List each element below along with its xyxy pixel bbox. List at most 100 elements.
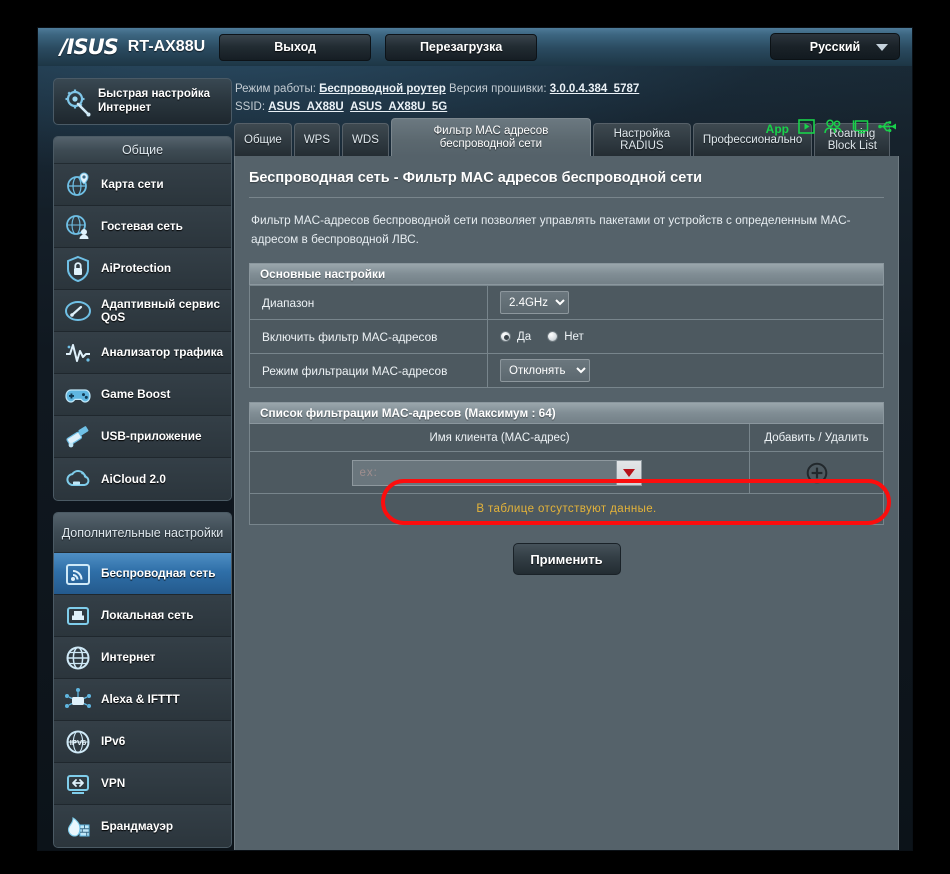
filter-mode-select[interactable]: ОтклонятьПринимать [500,359,590,382]
caret-down-icon [622,468,635,477]
enable-filter-cell: Да Нет [487,319,884,354]
sidebar-group-general: Общие Карта сети Гостевая сеть AiProtect… [53,136,232,501]
tab-radius-setting[interactable]: Настройка RADIUS [592,123,691,156]
device-monitor-icon[interactable] [852,119,869,139]
table-row: Режим фильтрации MAC-адресов ОтклонятьПр… [249,353,884,388]
top-bar: /ISUS RT-AX88U Выход Перезагрузка Русски… [38,28,912,66]
firewall-icon [63,811,93,841]
globe-icon [63,643,93,673]
apply-button[interactable]: Применить [512,543,621,575]
table-row: Включить фильтр MAC-адресов Да Нет [249,319,884,354]
col-header-action: Добавить / Удалить [750,424,884,452]
empty-table-message: В таблице отсутствуют данные. [249,494,884,525]
sidebar-item-adaptive-qos[interactable]: Адаптивный сервис QoS [54,290,231,332]
ssid-5g[interactable]: ASUS_AX88U_5G [350,101,447,113]
mac-list-header: Список фильтрации MAC-адресов (Максимум … [249,402,884,424]
quick-setup-icon [62,87,92,117]
vpn-icon [63,769,93,799]
logout-button[interactable]: Выход [219,33,372,61]
sidebar-item-game-boost[interactable]: Game Boost [54,374,231,416]
gauge-icon [63,296,93,326]
status-info-line: Режим работы: Беспроводной роутер Версия… [234,78,899,118]
page-title: Беспроводная сеть - Фильтр MAC адресов б… [249,170,884,198]
quick-setup-label: Быстрая настройка Интернет [98,88,211,114]
sidebar-group-title-advanced: Дополнительные настройки [54,513,231,553]
client-list-dropdown-button[interactable] [615,459,642,486]
sidebar-item-lan[interactable]: Локальная сеть [54,595,231,637]
radio-yes-label: Да [517,330,532,343]
network-map-icon [63,170,93,200]
sidebar-item-wireless[interactable]: Беспроводная сеть [54,553,231,595]
sidebar-item-label: VPN [101,776,126,790]
usb-icon[interactable] [878,119,897,139]
sidebar-item-label: Брандмауэр [101,818,174,833]
col-header-client: Имя клиента (MAC-адрес) [249,424,750,452]
mac-input-cell [249,452,750,494]
sidebar-item-label: AiCloud 2.0 [101,471,166,486]
sidebar-item-aicloud[interactable]: AiCloud 2.0 [54,458,231,500]
filter-mode-cell: ОтклонятьПринимать [487,353,884,388]
mac-address-input[interactable] [351,459,616,486]
router-admin-page: /ISUS RT-AX88U Выход Перезагрузка Русски… [37,27,913,851]
language-selector[interactable]: Русский [770,33,900,60]
asus-logo: /ISUS [60,35,119,59]
band-label: Диапазон [249,285,488,320]
settings-panel: Беспроводная сеть - Фильтр MAC адресов б… [234,156,899,850]
ssid-24g[interactable]: ASUS_AX88U [268,101,343,113]
operation-mode-value[interactable]: Беспроводной роутер [319,83,446,95]
filter-mode-label: Режим фильтрации MAC-адресов [249,353,488,388]
sidebar-item-network-map[interactable]: Карта сети [54,164,231,206]
header-icon-row: App [766,119,897,139]
mac-filter-list: Список фильтрации MAC-адресов (Максимум … [249,402,884,525]
sidebar-item-label: Гостевая сеть [101,219,183,233]
basic-settings-table: Диапазон 2.4GHz5GHz Включить фильтр MAC-… [249,285,884,388]
shield-lock-icon [63,254,93,284]
sidebar-item-label: Alexa & IFTTT [101,692,180,706]
ipv6-icon: IPV6 [63,727,93,757]
tab-wds[interactable]: WDS [342,123,389,156]
sidebar-item-guest-network[interactable]: Гостевая сеть [54,206,231,248]
sidebar-item-aiprotection[interactable]: AiProtection [54,248,231,290]
radio-yes[interactable] [500,331,511,342]
sidebar-item-internet[interactable]: Интернет [54,637,231,679]
radio-no[interactable] [547,331,559,342]
tab-wireless-mac-filter[interactable]: Фильтр MAC адресов беспроводной сети [390,118,591,156]
guest-network-icon [63,212,93,242]
quick-internet-setup-button[interactable]: Быстрая настройка Интернет [53,78,232,125]
sidebar-item-alexa-ifttt[interactable]: Alexa & IFTTT [54,679,231,721]
users-icon[interactable] [824,119,843,139]
sidebar-item-traffic-analyzer[interactable]: Анализатор трафика [54,332,231,374]
reboot-button[interactable]: Перезагрузка [385,33,538,61]
table-row: Диапазон 2.4GHz5GHz [249,285,884,320]
language-label: Русский [809,39,861,54]
sidebar-group-title-general: Общие [54,137,231,164]
router-model: RT-AX88U [127,38,206,55]
gamepad-icon [63,380,93,410]
firmware-value[interactable]: 3.0.0.4.384_5787 [550,83,640,95]
sidebar-item-vpn[interactable]: VPN [54,763,231,805]
sidebar-item-label: IPv6 [101,734,126,748]
wireless-icon [63,559,93,589]
tab-general[interactable]: Общие [234,123,292,156]
radio-no-label: Нет [564,330,584,343]
play-box-icon[interactable] [798,119,815,139]
mac-input-group [351,459,648,486]
band-select[interactable]: 2.4GHz5GHz [500,291,569,314]
plus-circle-icon[interactable] [806,462,828,484]
operation-mode-label: Режим работы: [235,83,316,95]
mac-action-cell [750,452,884,494]
lan-port-icon [63,601,93,631]
app-label: App [765,122,789,136]
sidebar-item-ipv6[interactable]: IPV6 IPv6 [54,721,231,763]
sidebar-item-label: Интернет [101,650,156,664]
band-cell: 2.4GHz5GHz [487,285,884,320]
basic-settings-header: Основные настройки [249,263,884,285]
tab-wps[interactable]: WPS [293,123,341,156]
sidebar: Быстрая настройка Интернет Общие Карта с… [53,78,232,848]
sidebar-item-label: Game Boost [101,387,171,401]
sidebar-item-firewall[interactable]: Брандмауэр [54,805,231,847]
cloud-icon [63,464,93,494]
alexa-ifttt-icon [63,685,93,715]
firmware-label: Версия прошивки: [449,83,547,95]
sidebar-item-usb-application[interactable]: USB-приложение [54,416,231,458]
